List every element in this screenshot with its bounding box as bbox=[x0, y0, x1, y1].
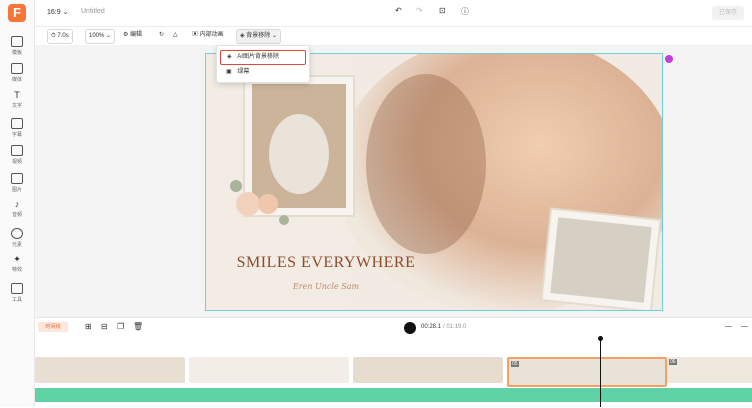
screenshot-icon[interactable]: ⊡ bbox=[439, 6, 446, 15]
top-bar: 16:9 ⌄ Untitled ↶ ↷ ⊡ ⓘ 已保存 bbox=[35, 0, 752, 27]
background-remove-button[interactable]: ◈ 背景移除 ⌄ bbox=[236, 29, 281, 44]
text-icon: T bbox=[14, 90, 20, 100]
template-icon bbox=[11, 36, 23, 47]
tools-icon bbox=[11, 283, 23, 294]
subtitle-icon bbox=[11, 118, 23, 129]
sidebar-item-label: 文字 bbox=[11, 103, 22, 109]
background-remove-dropdown: ◈ AI图片背景移除 ▣ 绿幕 bbox=[216, 45, 310, 83]
audio-icon: ♪ bbox=[14, 199, 20, 209]
help-icon[interactable]: ⓘ bbox=[461, 6, 469, 17]
export-button[interactable]: 已保存 bbox=[712, 6, 744, 20]
sidebar-item-label: 特效 bbox=[11, 267, 22, 273]
aspect-ratio-select[interactable]: 16:9 ⌄ bbox=[47, 8, 68, 16]
timeline-panel: 时间线 ⊞ ⊟ ❐ 🗑 00:28.1 / 01:19.0 — — 05 06 bbox=[35, 317, 752, 408]
undo-icon[interactable]: ↶ bbox=[395, 6, 402, 15]
ai-background-removal-option[interactable]: ◈ AI图片背景移除 bbox=[220, 50, 306, 65]
duration-button[interactable]: ⏱ 7.0s bbox=[47, 29, 73, 44]
app-logo[interactable]: F bbox=[8, 4, 26, 22]
zoom-select[interactable]: 100% ⌄ bbox=[85, 29, 116, 44]
zoom-slider[interactable]: — bbox=[741, 323, 748, 330]
effects-icon: ✦ bbox=[13, 254, 21, 264]
toolbar: ⏱ 7.0s 100% ⌄ ⚙ 编辑 ↻ △ ▣ 内部动画 ◈ 背景移除 ⌄ bbox=[35, 27, 752, 45]
play-button[interactable] bbox=[404, 322, 416, 334]
playhead[interactable] bbox=[600, 336, 601, 407]
sidebar-item-text[interactable]: T 文字 bbox=[0, 90, 34, 110]
photo-frame-left bbox=[243, 75, 355, 217]
canvas-stage[interactable]: SMILES EVERYWHERE Eren Uncle Sam bbox=[205, 53, 663, 311]
green-screen-option[interactable]: ▣ 绿幕 bbox=[220, 66, 304, 79]
sidebar-item-label: 视频 bbox=[11, 159, 22, 165]
sidebar: F 模板 媒体 T 文字 字幕 视频 图片 ♪ 音频 元素 ✦ 特效 工具 bbox=[0, 0, 35, 407]
sidebar-item-subtitle[interactable]: 字幕 bbox=[0, 118, 34, 138]
headline-text[interactable]: SMILES EVERYWHERE bbox=[236, 254, 416, 272]
redo-icon[interactable]: ↷ bbox=[416, 6, 423, 15]
audio-waveform[interactable] bbox=[35, 388, 752, 402]
ai-assistant-icon[interactable] bbox=[665, 55, 673, 63]
sidebar-item-image[interactable]: 图片 bbox=[0, 173, 34, 193]
media-icon bbox=[11, 63, 23, 74]
timeline-clip-selected[interactable]: 05 bbox=[507, 357, 667, 387]
subtitle-text[interactable]: Eren Uncle Sam bbox=[236, 282, 416, 291]
sidebar-item-elements[interactable]: 元素 bbox=[0, 228, 34, 248]
split-icon[interactable]: ⊟ bbox=[101, 322, 108, 331]
timeline-tab[interactable]: 时间线 bbox=[38, 322, 68, 332]
sidebar-item-label: 元素 bbox=[11, 242, 22, 248]
timeline-clip[interactable]: 06 bbox=[667, 357, 752, 383]
sidebar-item-label: 音频 bbox=[11, 212, 22, 218]
image-icon bbox=[11, 173, 23, 184]
sidebar-item-effects[interactable]: ✦ 特效 bbox=[0, 254, 34, 274]
project-title[interactable]: Untitled bbox=[81, 8, 105, 15]
sidebar-item-label: 图片 bbox=[11, 187, 22, 193]
sidebar-item-label: 模板 bbox=[11, 50, 22, 56]
copy-icon[interactable]: ❐ bbox=[117, 322, 124, 331]
sidebar-item-label: 工具 bbox=[11, 297, 22, 303]
rotate-icon[interactable]: ↻ bbox=[159, 29, 164, 42]
playhead-handle[interactable] bbox=[598, 336, 603, 341]
sidebar-item-media[interactable]: 媒体 bbox=[0, 63, 34, 83]
timeline-clip[interactable] bbox=[189, 357, 349, 383]
video-icon bbox=[11, 145, 23, 156]
elements-icon bbox=[11, 228, 23, 239]
current-time: 00:28.1 bbox=[421, 324, 442, 330]
add-icon[interactable]: ⊞ bbox=[85, 322, 92, 331]
sidebar-item-video[interactable]: 视频 bbox=[0, 145, 34, 165]
flip-icon[interactable]: △ bbox=[173, 29, 178, 42]
sidebar-item-audio[interactable]: ♪ 音频 bbox=[0, 199, 34, 219]
eraser-icon: ◈ bbox=[227, 54, 232, 60]
photo-frame-right bbox=[540, 207, 662, 310]
delete-icon[interactable]: 🗑 bbox=[133, 322, 143, 331]
total-time: / 01:19.0 bbox=[443, 324, 467, 330]
timeline-clip[interactable] bbox=[35, 357, 185, 383]
zoom-out-icon[interactable]: — bbox=[725, 323, 732, 330]
green-screen-icon: ▣ bbox=[226, 69, 232, 75]
timeline-clip[interactable] bbox=[353, 357, 503, 383]
sidebar-item-label: 字幕 bbox=[11, 132, 22, 138]
sidebar-item-tools[interactable]: 工具 bbox=[0, 283, 34, 303]
sidebar-item-template[interactable]: 模板 bbox=[0, 36, 34, 56]
sidebar-item-label: 媒体 bbox=[11, 77, 22, 83]
animation-button[interactable]: ▣ 内部动画 bbox=[192, 29, 224, 42]
edit-button[interactable]: ⚙ 编辑 bbox=[123, 29, 142, 42]
